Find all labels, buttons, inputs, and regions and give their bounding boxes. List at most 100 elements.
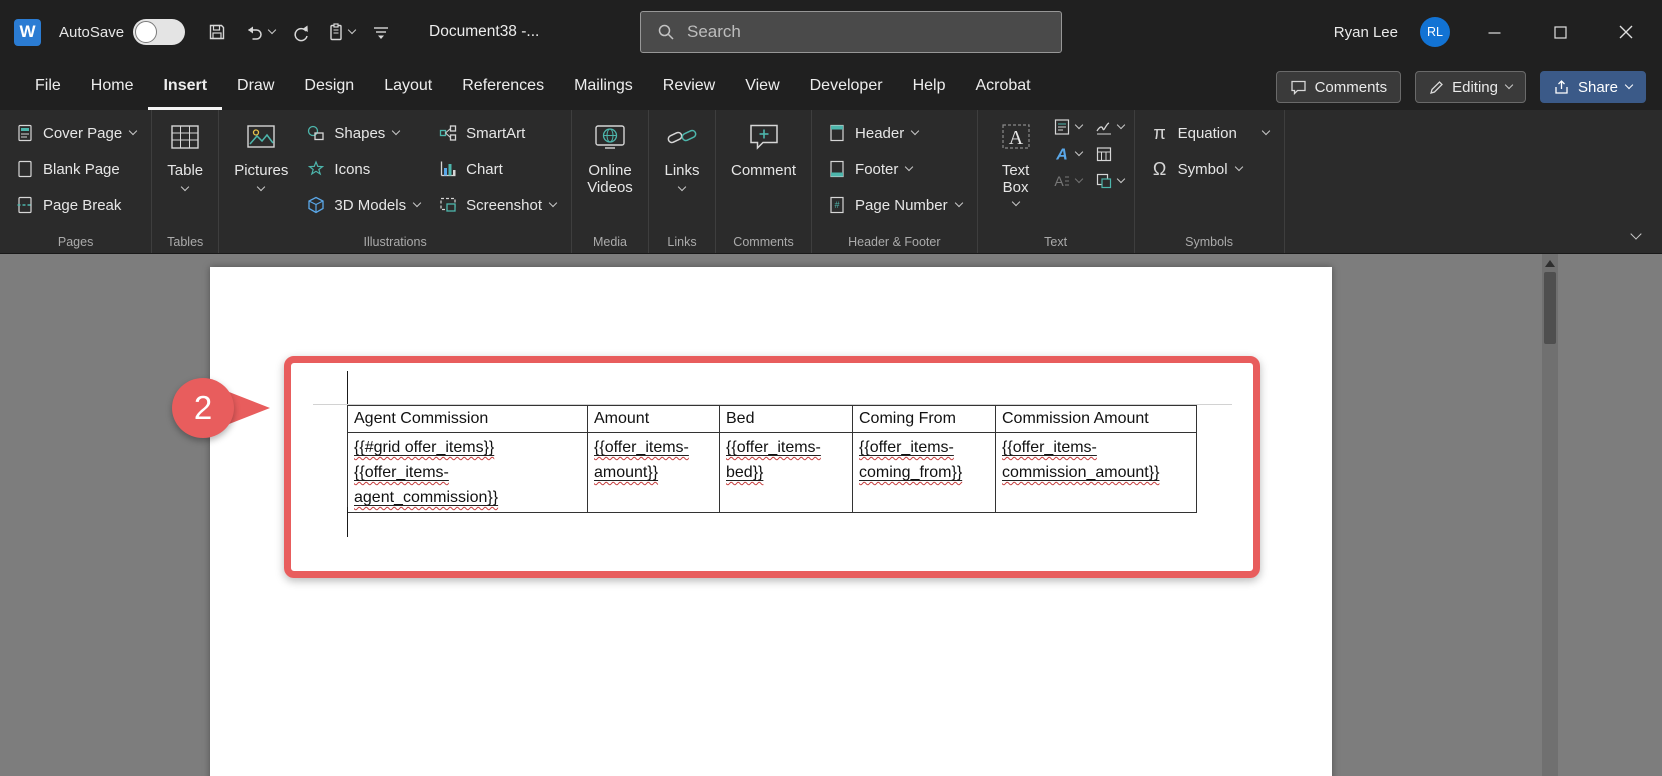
minimize-button[interactable] xyxy=(1472,12,1516,52)
header-icon xyxy=(827,123,847,143)
tab-help[interactable]: Help xyxy=(898,64,961,110)
comments-button[interactable]: Comments xyxy=(1276,71,1402,103)
header-button[interactable]: Header xyxy=(818,115,971,151)
tab-insert[interactable]: Insert xyxy=(148,64,222,110)
autosave-control: AutoSave xyxy=(59,19,185,45)
undo-button[interactable] xyxy=(243,22,275,42)
ribbon-insert-panel: Cover Page Blank Page Page Break Pages T… xyxy=(0,110,1662,254)
3d-models-button[interactable]: 3D Models xyxy=(297,187,429,223)
screenshot-icon xyxy=(438,195,458,215)
svg-text:#: # xyxy=(835,200,840,210)
tab-draw[interactable]: Draw xyxy=(222,64,289,110)
search-input[interactable] xyxy=(687,22,1017,42)
quick-parts-chevron-icon xyxy=(1074,121,1082,129)
chart-button[interactable]: Chart xyxy=(429,151,565,187)
close-button[interactable] xyxy=(1604,12,1648,52)
clipboard-button[interactable] xyxy=(327,22,355,42)
titlebar-right-cluster: Ryan Lee RL xyxy=(1334,12,1648,52)
tab-home[interactable]: Home xyxy=(76,64,149,110)
maximize-button[interactable] xyxy=(1538,12,1582,52)
shapes-button[interactable]: Shapes xyxy=(297,115,429,151)
smartart-button[interactable]: SmartArt xyxy=(429,115,565,151)
ribbon-group-tables: Table Tables xyxy=(152,110,219,253)
3d-models-icon xyxy=(306,195,326,215)
icons-button[interactable]: Icons xyxy=(297,151,429,187)
tab-view[interactable]: View xyxy=(730,64,794,110)
autosave-toggle[interactable] xyxy=(133,19,185,45)
tab-layout[interactable]: Layout xyxy=(369,64,447,110)
tabbar-right-buttons: Comments Editing Share xyxy=(1276,64,1662,110)
online-videos-button[interactable]: Online Videos xyxy=(578,110,642,233)
cover-page-button[interactable]: Cover Page xyxy=(6,115,145,151)
autosave-label: AutoSave xyxy=(59,24,124,41)
wordart-button[interactable]: A xyxy=(1052,144,1082,164)
clipboard-icon xyxy=(327,22,345,42)
page-break-icon xyxy=(15,195,35,215)
object-icon xyxy=(1094,171,1114,191)
signature-line-button[interactable] xyxy=(1094,117,1124,137)
symbol-button[interactable]: Ω Symbol xyxy=(1141,151,1278,187)
svg-text:A: A xyxy=(1054,173,1064,189)
tab-developer[interactable]: Developer xyxy=(795,64,898,110)
cover-page-icon xyxy=(15,123,35,143)
tab-review[interactable]: Review xyxy=(648,64,730,110)
group-label-comments: Comments xyxy=(716,235,811,249)
object-button[interactable] xyxy=(1094,171,1124,191)
shapes-chevron-icon xyxy=(392,127,400,135)
table-button[interactable]: Table xyxy=(158,110,212,233)
links-button[interactable]: Links xyxy=(655,110,709,233)
quick-parts-button[interactable] xyxy=(1052,117,1082,137)
tab-mailings[interactable]: Mailings xyxy=(559,64,648,110)
text-box-chevron-icon xyxy=(1011,198,1019,206)
pictures-button[interactable]: Pictures xyxy=(225,110,297,233)
date-time-button[interactable] xyxy=(1094,144,1124,164)
share-button[interactable]: Share xyxy=(1540,71,1646,103)
ribbon-group-illustrations: Pictures Shapes Icons 3D Models SmartArt xyxy=(219,110,572,253)
share-dropdown-chevron-icon xyxy=(1625,81,1633,89)
scrollbar-thumb[interactable] xyxy=(1544,272,1556,344)
tab-design[interactable]: Design xyxy=(289,64,369,110)
tab-references[interactable]: References xyxy=(447,64,559,110)
redo-button[interactable] xyxy=(291,22,311,42)
tab-acrobat[interactable]: Acrobat xyxy=(960,64,1045,110)
group-label-links: Links xyxy=(649,235,715,249)
save-button[interactable] xyxy=(207,22,227,42)
ribbon-group-pages: Cover Page Blank Page Page Break Pages xyxy=(0,110,152,253)
editing-mode-button[interactable]: Editing xyxy=(1415,71,1526,103)
pencil-icon xyxy=(1429,80,1444,95)
editing-dropdown-chevron-icon xyxy=(1505,81,1513,89)
vertical-scrollbar[interactable] xyxy=(1542,254,1558,776)
date-time-icon xyxy=(1094,144,1114,164)
title-bar: W AutoSave Document38 -... Ryan Lee RL xyxy=(0,0,1662,64)
avatar[interactable]: RL xyxy=(1420,17,1450,47)
symbol-chevron-icon xyxy=(1234,163,1242,171)
group-label-tables: Tables xyxy=(152,235,218,249)
blank-page-button[interactable]: Blank Page xyxy=(6,151,145,187)
blank-page-icon xyxy=(15,159,35,179)
online-videos-icon xyxy=(592,119,628,155)
footer-button[interactable]: Footer xyxy=(818,151,971,187)
undo-dropdown-chevron-icon[interactable] xyxy=(268,26,276,34)
collapse-ribbon-button[interactable] xyxy=(1632,225,1640,243)
text-box-button[interactable]: A Text Box xyxy=(984,110,1048,233)
group-label-header-footer: Header & Footer xyxy=(812,235,977,249)
screenshot-button[interactable]: Screenshot xyxy=(429,187,565,223)
cover-page-chevron-icon xyxy=(129,127,137,135)
clipboard-dropdown-chevron-icon[interactable] xyxy=(348,26,356,34)
page-break-button[interactable]: Page Break xyxy=(6,187,145,223)
annotation-highlight-box xyxy=(284,356,1260,578)
comment-button[interactable]: Comment xyxy=(722,110,805,233)
scrollbar-up-arrow-icon[interactable] xyxy=(1545,260,1555,267)
share-icon xyxy=(1554,80,1570,95)
search-bar[interactable] xyxy=(640,11,1062,53)
tab-file[interactable]: File xyxy=(20,64,76,110)
footer-icon xyxy=(827,159,847,179)
smartart-icon xyxy=(438,123,458,143)
symbol-icon: Ω xyxy=(1150,159,1170,180)
drop-cap-button[interactable]: A xyxy=(1052,171,1082,191)
drop-cap-icon: A xyxy=(1052,171,1072,191)
customize-quick-access-button[interactable] xyxy=(371,23,391,41)
page-number-button[interactable]: # Page Number xyxy=(818,187,971,223)
equation-button[interactable]: π Equation xyxy=(1141,115,1278,151)
search-icon xyxy=(657,23,675,41)
